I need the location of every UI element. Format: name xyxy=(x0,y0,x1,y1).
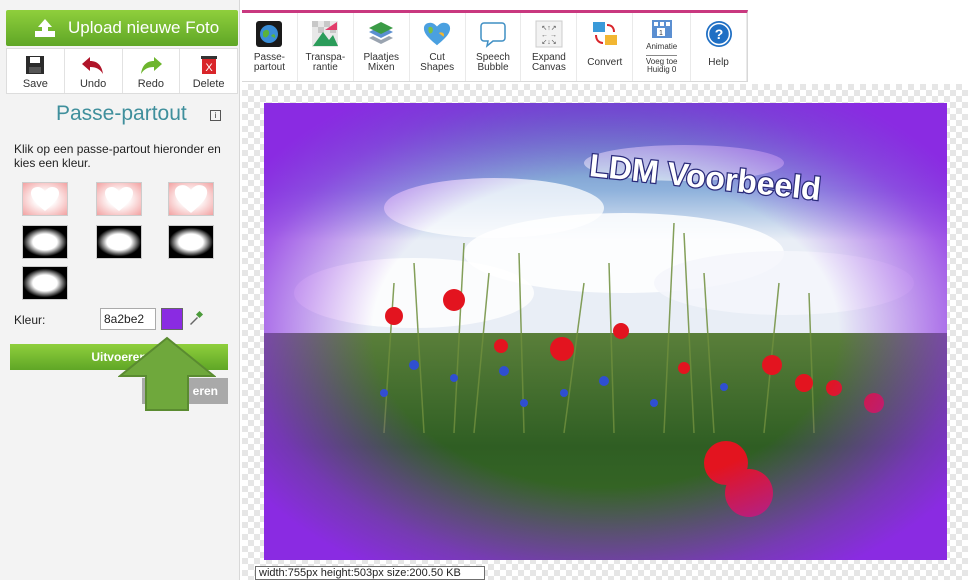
layers-icon xyxy=(366,19,396,49)
tool-label-line2: Mixen xyxy=(367,62,395,73)
heart-frame-icon xyxy=(174,185,208,213)
help-icon: ? xyxy=(704,19,734,49)
color-hex-input[interactable]: 8a2be2 xyxy=(100,308,156,330)
save-label: Save xyxy=(22,78,48,90)
upload-photo-button[interactable]: Upload nieuwe Foto xyxy=(6,10,238,46)
tool-label-line1: Convert xyxy=(587,57,623,68)
tool-expand-canvas[interactable]: ↖↑↗ ← → ↙↓↘ Expand Canvas xyxy=(521,13,578,81)
save-button[interactable]: Save xyxy=(7,49,65,93)
help-label: Help xyxy=(708,57,729,68)
tool-label-line2: Canvas xyxy=(531,62,566,73)
tool-cut-shapes[interactable]: Cut Shapes xyxy=(410,13,466,81)
tool-layers-mix[interactable]: Plaatjes Mixen xyxy=(354,13,410,81)
panel-title: Passe-partout xyxy=(56,102,187,125)
undo-button[interactable]: Undo xyxy=(65,49,123,93)
tool-label-line2: Bubble xyxy=(477,62,509,73)
tools-toolbar: Passe- partout Transpa- rantie Plaatjes … xyxy=(242,10,748,82)
svg-text:← →: ← → xyxy=(541,32,557,39)
delete-icon: X xyxy=(200,56,217,74)
redo-label: Redo xyxy=(137,78,165,90)
animation-label: Animatie xyxy=(646,42,678,51)
app-window: Upload nieuwe Foto Save Undo Redo X Dele… xyxy=(0,0,968,580)
tool-speech-bubble[interactable]: Speech Bubble xyxy=(466,13,522,81)
delete-label: Delete xyxy=(192,78,225,90)
edit-toolbar: Save Undo Redo X Delete xyxy=(6,48,238,94)
heart-frame-option-3[interactable] xyxy=(168,182,214,216)
svg-text:X: X xyxy=(205,62,213,74)
oval-frame-option-4[interactable] xyxy=(22,266,68,300)
passe-partout-icon xyxy=(254,19,284,49)
heart-frame-option-1[interactable] xyxy=(22,182,68,216)
heart-frame-icon xyxy=(31,187,59,211)
oval-frame-option-2[interactable] xyxy=(96,225,142,259)
heart-frame-option-2[interactable] xyxy=(96,182,142,216)
upload-icon xyxy=(35,19,55,37)
svg-text:1: 1 xyxy=(659,30,663,37)
transparency-icon xyxy=(310,19,340,49)
speech-bubble-icon xyxy=(478,19,508,49)
tool-animation[interactable]: 1 Animatie Voeg toe Huidig 0 xyxy=(633,13,692,81)
oval-frame-option-3[interactable] xyxy=(168,225,214,259)
photo-preview[interactable]: LDM Voorbeeld xyxy=(264,103,947,560)
tool-convert[interactable]: Convert xyxy=(577,13,634,81)
undo-label: Undo xyxy=(79,78,107,90)
photo-image: LDM Voorbeeld xyxy=(264,103,947,560)
svg-text:↖↑↗: ↖↑↗ xyxy=(541,25,556,32)
color-swatch[interactable] xyxy=(161,308,183,330)
tool-label-line2: rantie xyxy=(312,62,338,73)
animation-current-label: Huidig 0 xyxy=(647,65,677,74)
color-label: Kleur: xyxy=(14,313,46,327)
save-icon xyxy=(26,56,45,74)
tool-help[interactable]: ? Help xyxy=(691,13,748,81)
redo-button[interactable]: Redo xyxy=(123,49,181,93)
tool-passe-partout[interactable]: Passe- partout xyxy=(242,13,298,81)
panel-instructions: Klik op een passe-partout hieronder en k… xyxy=(14,142,221,170)
heart-frame-icon xyxy=(105,187,133,211)
tool-transparency[interactable]: Transpa- rantie xyxy=(298,13,354,81)
tool-label-line2: Shapes xyxy=(420,62,455,73)
svg-text:?: ? xyxy=(714,26,723,42)
status-bar: width:755px height:503px size:200.50 KB xyxy=(255,566,485,580)
redo-icon xyxy=(140,57,162,74)
undo-icon xyxy=(82,57,104,74)
convert-icon xyxy=(590,19,620,49)
expand-canvas-icon: ↖↑↗ ← → ↙↓↘ xyxy=(534,19,564,49)
heart-shape-icon xyxy=(422,19,452,49)
eyedropper-icon[interactable] xyxy=(188,310,204,326)
delete-button[interactable]: X Delete xyxy=(180,49,237,93)
animation-icon: 1 xyxy=(647,19,677,41)
oval-frame-option-1[interactable] xyxy=(22,225,68,259)
upload-photo-label: Upload nieuwe Foto xyxy=(68,18,220,37)
tool-label-line2: partout xyxy=(253,62,286,73)
info-icon[interactable]: i xyxy=(210,110,221,121)
up-arrow-icon xyxy=(118,336,216,411)
left-panel: Upload nieuwe Foto Save Undo Redo X Dele… xyxy=(0,0,240,580)
svg-text:↙↓↘: ↙↓↘ xyxy=(541,39,556,46)
